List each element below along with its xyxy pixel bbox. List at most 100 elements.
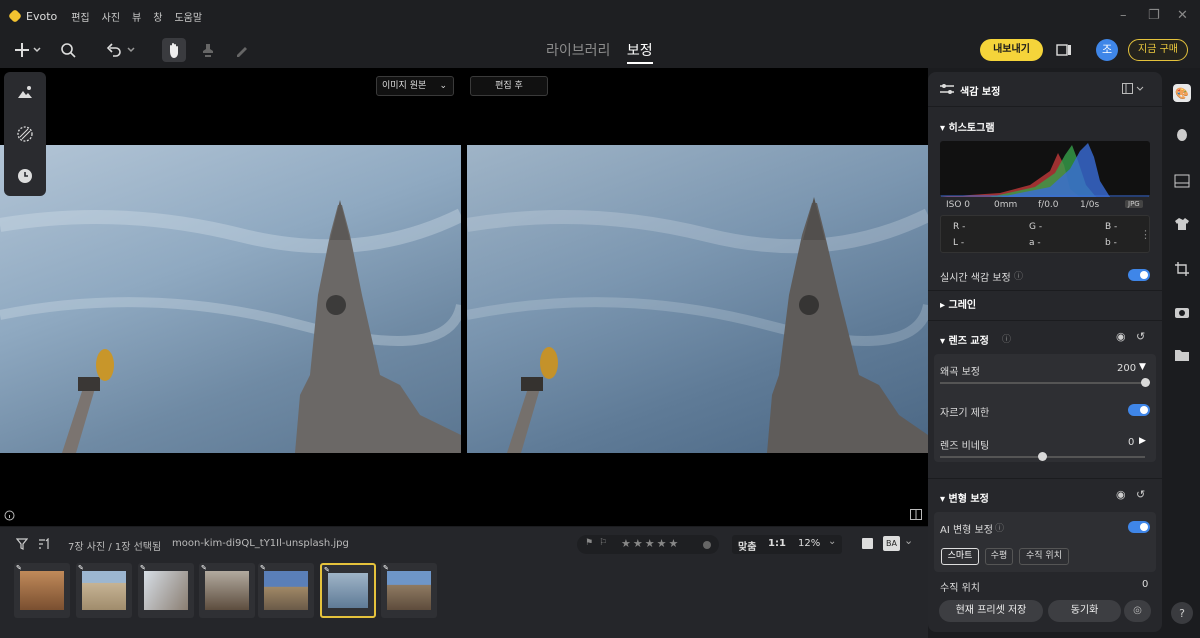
help-icon[interactable]: ⓘ [1002,332,1011,345]
face-icon[interactable] [1173,127,1191,145]
visibility-eye-icon[interactable]: ◉ [1116,330,1126,343]
lens-vignette-value[interactable]: 0 [1128,437,1134,448]
undo-history-chevron-icon[interactable] [124,38,138,62]
photo-count: 7장 사진 / 1장 선택됨 [68,542,162,553]
distortion-slider-knob[interactable] [1140,378,1150,387]
before-after-view-icon[interactable]: BA [883,536,900,551]
transform-header[interactable]: ▾ 변형 보정 [940,490,989,505]
chevron-down-icon[interactable]: ⌄ [828,536,836,547]
vertical-position-value[interactable]: 0 [1142,579,1148,590]
stamp-tool-icon[interactable] [196,38,220,62]
folder-eye-icon[interactable] [1173,346,1191,364]
readout-g: G - [1029,222,1043,232]
one-to-one-button[interactable]: 1:1 [768,538,786,549]
menu-view[interactable]: 뷰 [132,9,141,24]
menu-photo[interactable]: 사진 [102,9,120,24]
sort-icon[interactable] [38,538,50,550]
compare-panel-icon[interactable] [1052,38,1076,62]
star-rating[interactable]: ★★★★★ [621,537,680,550]
undo-icon[interactable] [102,38,126,62]
title-bar: Evoto 편집 사진 뷰 창 도움말 – ❐ ✕ [0,0,1200,32]
history-clock-icon[interactable] [15,166,35,186]
panel-title: 색감 보정 [960,87,1001,98]
thumbnail[interactable]: ✎ [76,563,132,618]
thumbnail[interactable]: ✎ [14,563,70,618]
shutter-speed: 1/0s [1080,200,1100,210]
readout-b-lab: b - [1105,238,1117,248]
minimize-icon[interactable]: – [1120,8,1127,23]
chip-smart[interactable]: 스마트 [941,548,979,565]
thumbnail[interactable]: ✎ [381,563,437,618]
search-icon[interactable] [56,38,80,62]
thumbnail[interactable]: ✎ [138,563,194,618]
hand-tool-icon[interactable] [162,38,186,62]
histogram-header[interactable]: ▾ 히스토그램 [940,119,995,134]
help-icon[interactable]: ⓘ [1014,269,1023,282]
buy-now-button[interactable]: 지금 구매 [1128,39,1188,61]
edited-badge-icon: ✎ [201,564,207,572]
chevron-down-icon[interactable] [30,38,44,62]
crop-limit-toggle[interactable] [1128,404,1150,416]
flag-reject-icon[interactable]: ⚐ [599,538,607,548]
brush-tool-icon[interactable] [230,38,254,62]
ai-transform-toggle[interactable] [1128,521,1150,533]
tab-edit[interactable]: 보정 [626,40,653,64]
camera-icon[interactable] [1173,303,1191,321]
menu-help[interactable]: 도움말 [174,9,202,24]
panel-layout-icon[interactable] [1122,83,1146,95]
save-preset-button[interactable]: 현재 프리셋 저장 [939,600,1043,622]
reset-icon[interactable]: ↺ [1136,488,1145,501]
thumbnail[interactable]: ✎ [199,563,255,618]
crop-icon[interactable] [1173,260,1191,278]
after-image[interactable] [467,145,928,453]
more-icon[interactable]: ⋮ [1140,228,1151,241]
reset-icon[interactable]: ↺ [1136,330,1145,343]
before-image[interactable] [0,145,461,453]
menu-edit[interactable]: 편집 [71,9,89,24]
filter-icon[interactable] [16,538,28,550]
sync-settings-icon[interactable]: ◎ [1124,600,1151,622]
lens-correction-header[interactable]: ▾ 렌즈 교정 [940,332,989,347]
readout-b: B - [1105,222,1118,232]
split-view-icon[interactable] [910,509,922,520]
app-logo [7,8,23,24]
menu-window[interactable]: 창 [153,9,162,24]
grain-header[interactable]: ▸ 그레인 [940,296,976,311]
view-mode-chevron-icon[interactable]: ⌄ [904,534,913,547]
color-label-dot[interactable] [703,541,711,549]
after-view-button[interactable]: 편집 후 [470,76,548,96]
format-badge: JPG [1125,200,1143,208]
background-icon[interactable] [1173,172,1191,190]
portrait-retouch-icon[interactable] [15,82,35,102]
distortion-value[interactable]: 200 [1117,363,1136,374]
clothing-icon[interactable] [1173,215,1191,233]
flag-pick-icon[interactable]: ⚑ [585,538,593,548]
close-icon[interactable]: ✕ [1177,8,1188,23]
info-icon[interactable] [4,510,15,521]
thumbnail[interactable]: ✎ [258,563,314,618]
chip-horizontal[interactable]: 수평 [985,548,1013,565]
realtime-color-toggle[interactable] [1128,269,1150,281]
help-icon[interactable]: ⓘ [995,521,1004,534]
divider [928,290,1162,291]
avatar[interactable]: 조 [1096,39,1118,61]
caret-right-icon[interactable]: ▶ [1139,436,1146,446]
grain-texture-icon[interactable] [15,124,35,144]
visibility-eye-icon[interactable]: ◉ [1116,488,1126,501]
palette-icon[interactable]: 🎨 [1173,84,1191,102]
chip-vertical-position[interactable]: 수직 위치 [1019,548,1069,565]
tab-library[interactable]: 라이브러리 [546,40,610,60]
before-view-dropdown[interactable]: 이미지 원본 ⌄ [376,76,454,96]
caret-down-icon[interactable]: ▼ [1139,362,1146,372]
export-button[interactable]: 내보내기 [980,39,1043,61]
lens-vignette-slider-knob[interactable] [1038,452,1047,461]
fit-button[interactable]: 맞춤 [738,538,756,553]
single-view-icon[interactable] [862,538,873,549]
zoom-level[interactable]: 12% [798,538,820,549]
maximize-icon[interactable]: ❐ [1148,8,1160,23]
distortion-slider[interactable] [940,382,1145,384]
sync-button[interactable]: 동기화 [1048,600,1121,622]
thumbnail-selected[interactable]: ✎ [320,563,376,618]
zoom-control: 맞춤 1:1 12% ⌄ [732,535,842,554]
help-button-icon[interactable]: ? [1171,602,1193,624]
